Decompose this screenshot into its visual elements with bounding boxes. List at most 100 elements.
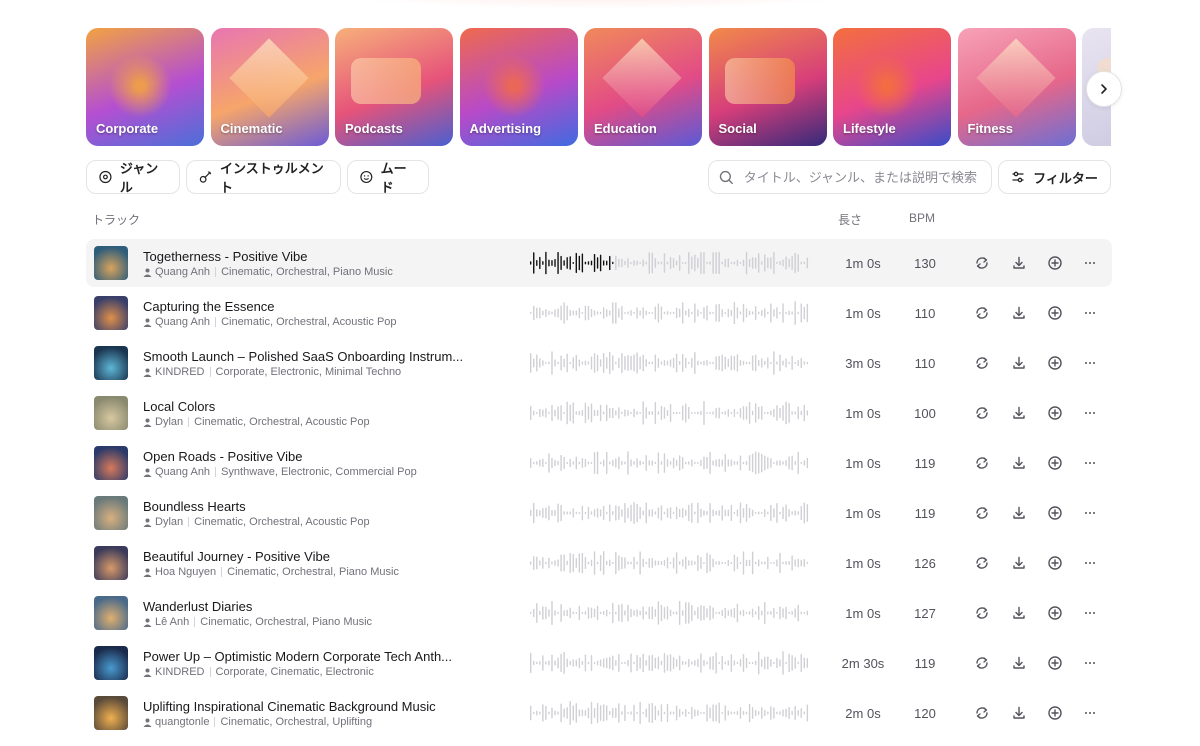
download-button[interactable] bbox=[1009, 703, 1029, 723]
track-waveform[interactable] bbox=[530, 299, 810, 327]
download-button[interactable] bbox=[1009, 603, 1029, 623]
add-to-playlist-button[interactable] bbox=[1045, 553, 1065, 573]
track-title[interactable]: Uplifting Inspirational Cinematic Backgr… bbox=[143, 699, 436, 714]
track-artwork[interactable] bbox=[94, 446, 128, 480]
track-artist[interactable]: Quang Anh bbox=[155, 466, 210, 478]
track-title[interactable]: Capturing the Essence bbox=[143, 299, 275, 314]
loop-button[interactable] bbox=[972, 453, 992, 473]
track-artwork[interactable] bbox=[94, 246, 128, 280]
add-to-playlist-button[interactable] bbox=[1045, 403, 1065, 423]
category-card[interactable]: Advertising bbox=[459, 28, 578, 146]
track-artwork[interactable] bbox=[94, 546, 128, 580]
add-to-playlist-button[interactable] bbox=[1045, 503, 1065, 523]
download-button[interactable] bbox=[1009, 253, 1029, 273]
track-row[interactable]: Smooth Launch – Polished SaaS Onboarding… bbox=[86, 339, 1112, 387]
track-artwork[interactable] bbox=[94, 646, 128, 680]
more-options-button[interactable] bbox=[1080, 653, 1100, 673]
track-artist[interactable]: quangtonle bbox=[155, 716, 209, 728]
track-artwork[interactable] bbox=[94, 296, 128, 330]
track-title[interactable]: Wanderlust Diaries bbox=[143, 599, 252, 614]
track-row[interactable]: Uplifting Inspirational Cinematic Backgr… bbox=[86, 689, 1112, 737]
category-card[interactable]: Cinematic bbox=[210, 28, 329, 146]
loop-button[interactable] bbox=[972, 553, 992, 573]
track-artist[interactable]: KINDRED bbox=[155, 666, 205, 678]
download-button[interactable] bbox=[1009, 403, 1029, 423]
mood-filter-button[interactable]: ムード bbox=[347, 160, 429, 195]
add-to-playlist-button[interactable] bbox=[1045, 253, 1065, 273]
category-card[interactable]: Education bbox=[584, 28, 702, 146]
filter-button[interactable]: フィルター bbox=[998, 160, 1111, 194]
track-waveform[interactable] bbox=[530, 399, 810, 427]
track-waveform[interactable] bbox=[530, 649, 810, 677]
track-waveform[interactable] bbox=[530, 549, 810, 577]
loop-button[interactable] bbox=[972, 303, 992, 323]
more-options-button[interactable] bbox=[1080, 503, 1100, 523]
track-waveform[interactable] bbox=[530, 499, 810, 527]
track-row[interactable]: Local Colors Dylan Cinematic, Orchestral, … bbox=[86, 389, 1112, 437]
add-to-playlist-button[interactable] bbox=[1045, 653, 1065, 673]
loop-button[interactable] bbox=[972, 603, 992, 623]
loop-button[interactable] bbox=[972, 703, 992, 723]
track-artwork[interactable] bbox=[94, 496, 128, 530]
track-artist[interactable]: Hoa Nguyen bbox=[155, 566, 216, 578]
more-options-button[interactable] bbox=[1080, 253, 1100, 273]
loop-button[interactable] bbox=[972, 253, 992, 273]
track-row[interactable]: Capturing the Essence Quang Anh Cinematic,… bbox=[86, 289, 1112, 337]
instrument-filter-button[interactable]: インストゥルメント bbox=[186, 160, 341, 195]
track-waveform[interactable] bbox=[530, 349, 810, 377]
loop-button[interactable] bbox=[972, 403, 992, 423]
track-artist[interactable]: KINDRED bbox=[155, 366, 205, 378]
track-title[interactable]: Power Up – Optimistic Modern Corporate T… bbox=[143, 649, 452, 664]
track-title[interactable]: Local Colors bbox=[143, 399, 215, 414]
track-artist[interactable]: Quang Anh bbox=[155, 316, 210, 328]
track-row[interactable]: Wanderlust Diaries Lê Anh Cinematic, Orche… bbox=[86, 589, 1112, 637]
track-title[interactable]: Beautiful Journey - Positive Vibe bbox=[143, 549, 330, 564]
add-to-playlist-button[interactable] bbox=[1045, 453, 1065, 473]
more-options-button[interactable] bbox=[1080, 453, 1100, 473]
more-options-button[interactable] bbox=[1080, 553, 1100, 573]
track-row[interactable]: Open Roads - Positive Vibe Quang Anh Synth… bbox=[86, 439, 1112, 487]
search-input[interactable] bbox=[741, 168, 981, 186]
more-options-button[interactable] bbox=[1080, 403, 1100, 423]
add-to-playlist-button[interactable] bbox=[1045, 353, 1065, 373]
download-button[interactable] bbox=[1009, 353, 1029, 373]
track-artwork[interactable] bbox=[94, 346, 128, 380]
track-title[interactable]: Togetherness - Positive Vibe bbox=[143, 249, 308, 264]
add-to-playlist-button[interactable] bbox=[1045, 303, 1065, 323]
category-card[interactable]: Fitness bbox=[957, 28, 1076, 146]
loop-button[interactable] bbox=[972, 503, 992, 523]
track-artist[interactable]: Lê Anh bbox=[155, 616, 189, 628]
track-artist[interactable]: Dylan bbox=[155, 516, 183, 528]
track-row[interactable]: Beautiful Journey - Positive Vibe Hoa Ngu… bbox=[86, 539, 1112, 587]
loop-button[interactable] bbox=[972, 653, 992, 673]
download-button[interactable] bbox=[1009, 453, 1029, 473]
category-card[interactable]: Social bbox=[708, 28, 827, 146]
add-to-playlist-button[interactable] bbox=[1045, 703, 1065, 723]
more-options-button[interactable] bbox=[1080, 703, 1100, 723]
more-options-button[interactable] bbox=[1080, 603, 1100, 623]
download-button[interactable] bbox=[1009, 303, 1029, 323]
loop-button[interactable] bbox=[972, 353, 992, 373]
track-waveform[interactable] bbox=[530, 699, 810, 727]
track-row[interactable]: Togetherness - Positive Vibe Quang Anh Cin… bbox=[86, 239, 1112, 287]
track-waveform[interactable] bbox=[530, 449, 810, 477]
download-button[interactable] bbox=[1009, 653, 1029, 673]
track-artist[interactable]: Dylan bbox=[155, 416, 183, 428]
track-artwork[interactable] bbox=[94, 396, 128, 430]
download-button[interactable] bbox=[1009, 503, 1029, 523]
download-button[interactable] bbox=[1009, 553, 1029, 573]
track-title[interactable]: Smooth Launch – Polished SaaS Onboarding… bbox=[143, 349, 463, 364]
track-title[interactable]: Boundless Hearts bbox=[143, 499, 246, 514]
add-to-playlist-button[interactable] bbox=[1045, 603, 1065, 623]
category-card[interactable]: Podcasts bbox=[335, 28, 453, 146]
category-card[interactable]: Lifestyle bbox=[833, 28, 951, 146]
category-card[interactable]: Corporate bbox=[86, 28, 204, 146]
track-row[interactable]: Power Up – Optimistic Modern Corporate T… bbox=[86, 639, 1112, 687]
track-artwork[interactable] bbox=[94, 596, 128, 630]
track-artwork[interactable] bbox=[94, 696, 128, 730]
track-row[interactable]: Boundless Hearts Dylan Cinematic, Orchestr… bbox=[86, 489, 1112, 537]
genre-filter-button[interactable]: ジャンル bbox=[86, 160, 180, 195]
more-options-button[interactable] bbox=[1080, 353, 1100, 373]
track-waveform[interactable] bbox=[530, 599, 810, 627]
track-artist[interactable]: Quang Anh bbox=[155, 266, 210, 278]
